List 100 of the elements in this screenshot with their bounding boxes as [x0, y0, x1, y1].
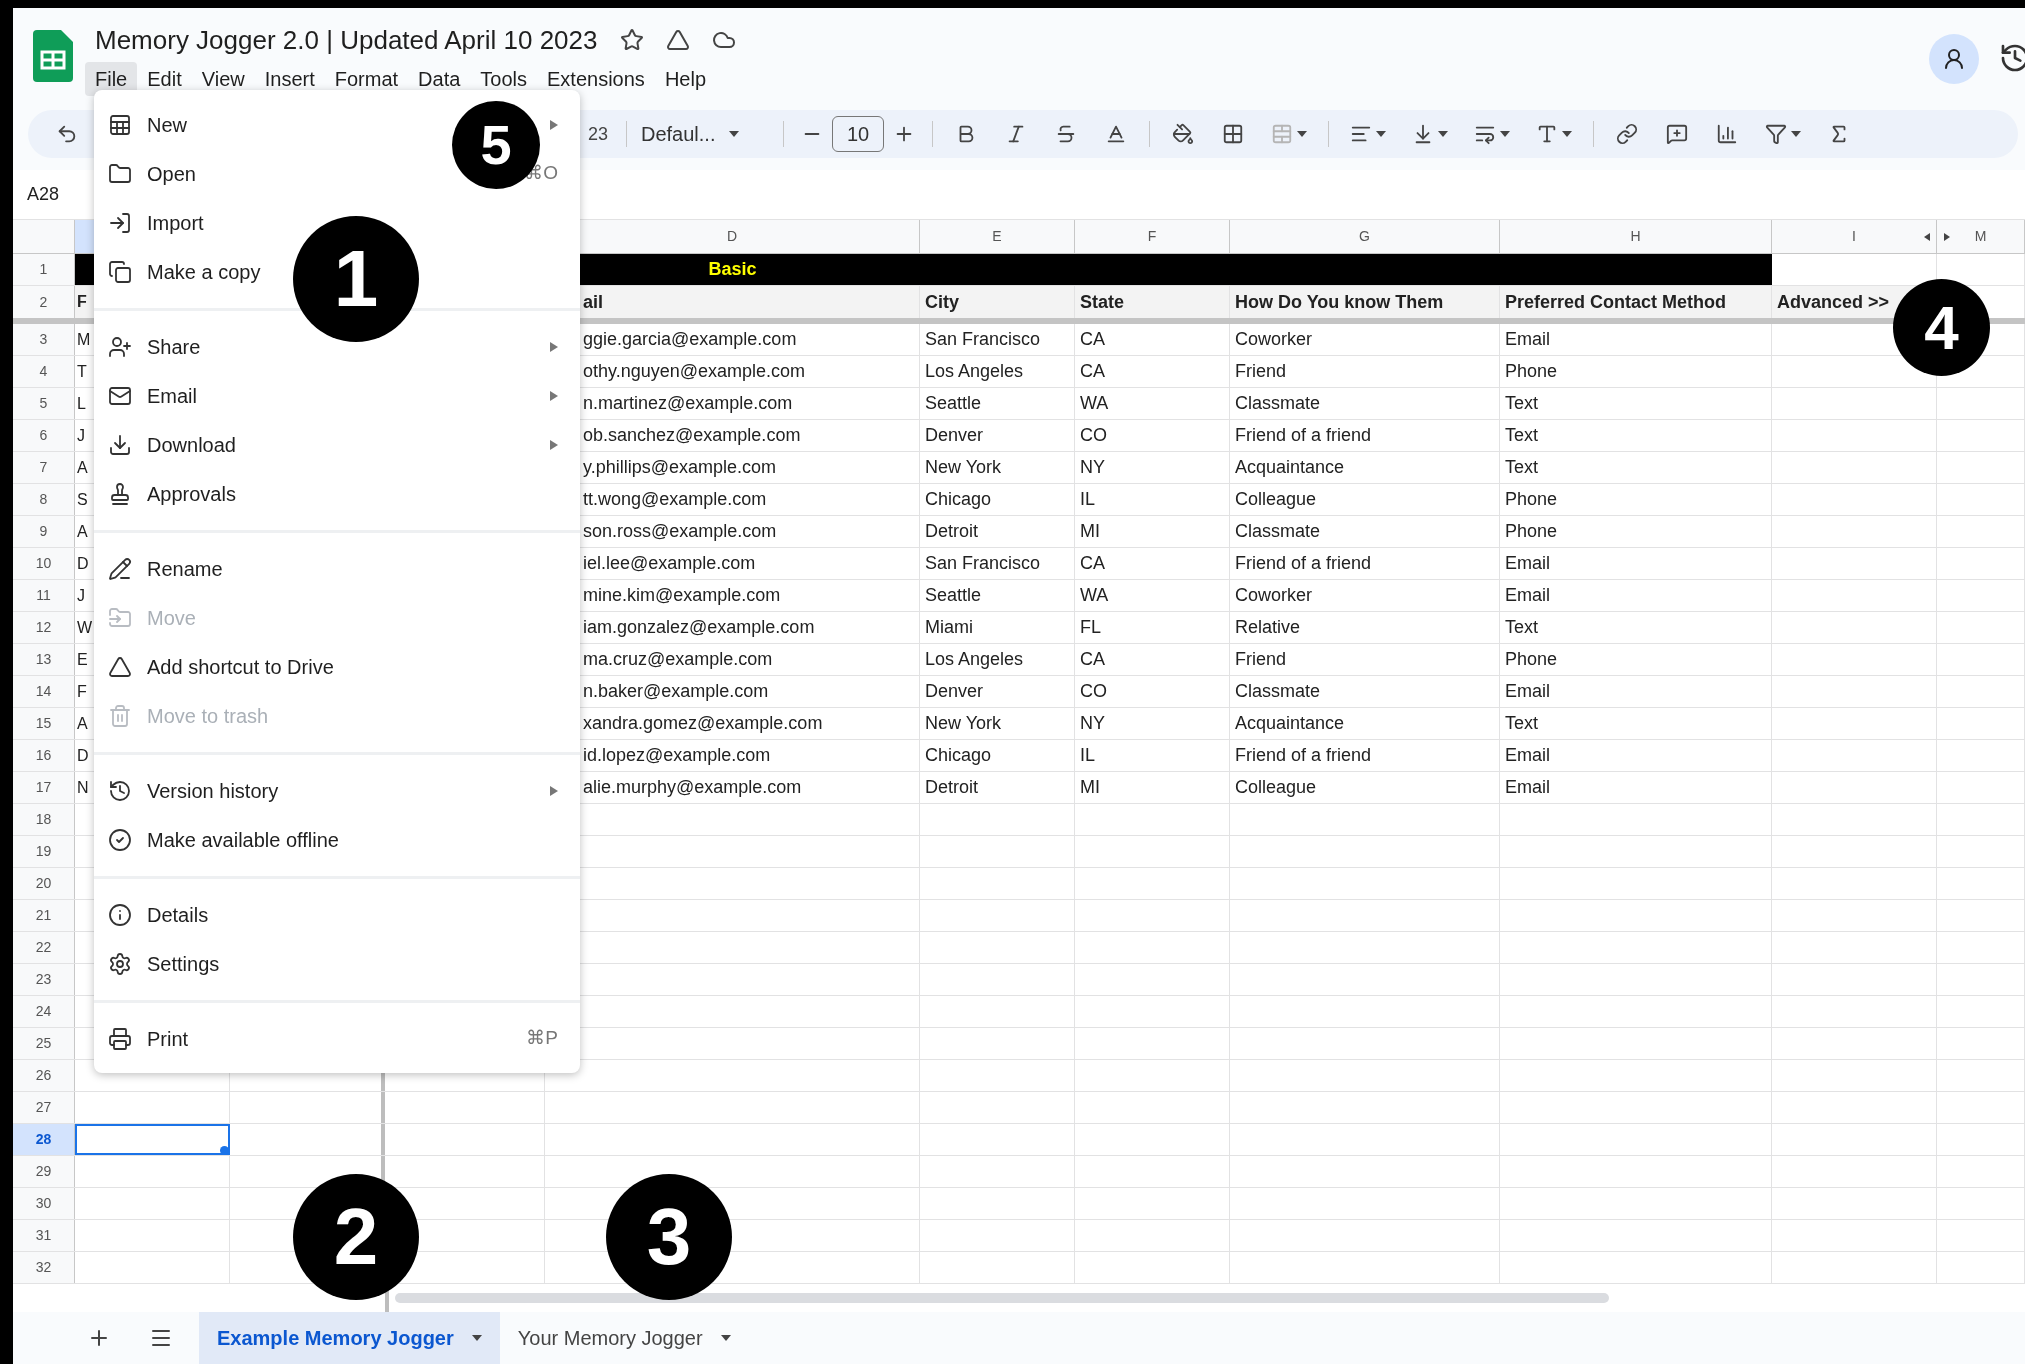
merge-cells-icon[interactable]: [1271, 123, 1293, 145]
document-title[interactable]: Memory Jogger 2.0 | Updated April 10 2023: [95, 20, 598, 60]
menu-item[interactable]: Make available offline: [147, 824, 339, 855]
sheet-tab[interactable]: Your Memory Jogger: [499, 1312, 749, 1364]
menu-item[interactable]: Settings: [147, 948, 220, 979]
chart-icon[interactable]: [1716, 123, 1738, 145]
history-icon[interactable]: [1999, 42, 2025, 74]
menu-bar-item[interactable]: Help: [654, 62, 716, 96]
row-number[interactable]: 2: [39, 291, 48, 313]
filter-icon[interactable]: [1765, 123, 1787, 145]
row-number[interactable]: 23: [35, 969, 52, 990]
person-button[interactable]: [1929, 34, 1979, 84]
row-number[interactable]: 15: [35, 713, 52, 734]
caret-icon[interactable]: [471, 1335, 482, 1341]
row-number[interactable]: 10: [35, 553, 52, 574]
sheets-logo[interactable]: [33, 30, 73, 82]
row-number[interactable]: 29: [35, 1161, 52, 1182]
menu-item[interactable]: Rename: [147, 553, 223, 584]
column-letter[interactable]: H: [1630, 226, 1641, 247]
table-cell-text: Text: [1505, 424, 1538, 447]
menu-item[interactable]: Details: [147, 899, 209, 930]
menu-item[interactable]: Download: [147, 429, 236, 460]
undo-icon[interactable]: [56, 123, 78, 145]
caret-icon[interactable]: [720, 1335, 731, 1341]
column-letter[interactable]: M: [1974, 226, 1987, 247]
column-letter[interactable]: E: [992, 226, 1002, 247]
row-number[interactable]: 8: [39, 489, 48, 510]
row-number[interactable]: 18: [35, 809, 52, 830]
paint-bucket-icon[interactable]: [1172, 123, 1194, 145]
row-number[interactable]: 5: [39, 393, 48, 414]
menu-item[interactable]: Email: [147, 380, 197, 411]
row-number[interactable]: 6: [39, 425, 48, 446]
sheet-tab[interactable]: Example Memory Jogger: [199, 1312, 500, 1364]
table-cell-text: Phone: [1505, 488, 1558, 511]
row-number[interactable]: 1: [39, 259, 48, 280]
text-color-icon[interactable]: [1105, 123, 1127, 145]
row-number[interactable]: 25: [35, 1033, 52, 1054]
menu-item[interactable]: Approvals: [147, 478, 236, 509]
row-number[interactable]: 24: [35, 1001, 52, 1022]
caret-icon[interactable]: [1438, 131, 1448, 137]
menu-item[interactable]: Open: [147, 158, 196, 189]
row-number[interactable]: 11: [36, 585, 51, 606]
caret-icon[interactable]: [1376, 131, 1386, 137]
row-number[interactable]: 9: [39, 521, 48, 542]
menu-item[interactable]: New: [147, 109, 187, 140]
person-icon: [1942, 47, 1966, 71]
caret-icon[interactable]: [1500, 131, 1510, 137]
row-number[interactable]: 31: [35, 1225, 52, 1246]
table-cell-text: Classmate: [1235, 520, 1321, 543]
row-number[interactable]: 12: [35, 617, 52, 638]
format-label[interactable]: 23: [588, 120, 618, 148]
letter-t-icon[interactable]: [1536, 123, 1558, 145]
caret-icon[interactable]: [1791, 131, 1801, 137]
row-number[interactable]: 16: [35, 745, 52, 766]
font-dropdown[interactable]: Defaul...: [641, 119, 716, 149]
row-number[interactable]: 4: [39, 361, 48, 382]
table-cell-text: D: [77, 553, 89, 574]
menu-item[interactable]: Add shortcut to Drive: [147, 651, 334, 682]
name-box[interactable]: A28: [27, 181, 60, 208]
selected-cell[interactable]: [75, 1124, 230, 1155]
row-number[interactable]: 32: [35, 1257, 52, 1278]
row-number[interactable]: 30: [35, 1193, 52, 1214]
row-number[interactable]: 17: [35, 777, 52, 798]
expand-arrows-icon[interactable]: [1922, 231, 1952, 242]
row-number[interactable]: 14: [35, 681, 52, 702]
fill-handle[interactable]: [220, 1146, 229, 1155]
menu-item[interactable]: Share: [147, 331, 201, 362]
row-number[interactable]: 22: [35, 937, 52, 958]
row-number[interactable]: 19: [35, 841, 52, 862]
link-icon[interactable]: [1616, 123, 1638, 145]
row-number[interactable]: 3: [39, 329, 48, 350]
column-letter[interactable]: D: [726, 226, 738, 247]
triangle-icon[interactable]: [665, 28, 690, 52]
row-number[interactable]: 21: [35, 905, 52, 926]
column-heading: ail: [583, 290, 603, 314]
menu-item[interactable]: Version history: [147, 775, 279, 806]
caret-icon[interactable]: [729, 131, 740, 137]
horizontal-scrollbar[interactable]: [395, 1293, 1609, 1303]
menu-item[interactable]: Make a copy: [147, 256, 261, 287]
menu-bar-item[interactable]: Extensions: [537, 62, 655, 96]
menu-item[interactable]: Print: [147, 1023, 189, 1054]
column-letter[interactable]: F: [1147, 226, 1157, 247]
row-number[interactable]: 20: [35, 873, 52, 894]
add-comment-icon[interactable]: [1666, 123, 1688, 145]
row-number[interactable]: 7: [39, 457, 48, 478]
caret-icon[interactable]: [1297, 131, 1307, 137]
column-letter[interactable]: I: [1852, 226, 1856, 247]
star-icon[interactable]: [619, 28, 644, 52]
table-cell-text: Friend: [1235, 648, 1287, 671]
font-size-field[interactable]: 10: [832, 116, 884, 152]
column-letter[interactable]: G: [1359, 226, 1370, 247]
row-number[interactable]: 26: [35, 1065, 52, 1086]
menu-item[interactable]: Import: [147, 207, 204, 238]
borders-icon[interactable]: [1222, 123, 1244, 145]
row-number[interactable]: 13: [35, 649, 52, 670]
strikethrough-icon[interactable]: [1055, 123, 1077, 145]
row-number[interactable]: 27: [35, 1097, 52, 1118]
row-number[interactable]: 28: [35, 1129, 52, 1150]
table-cell-text: W: [77, 617, 93, 638]
caret-icon[interactable]: [1562, 131, 1572, 137]
